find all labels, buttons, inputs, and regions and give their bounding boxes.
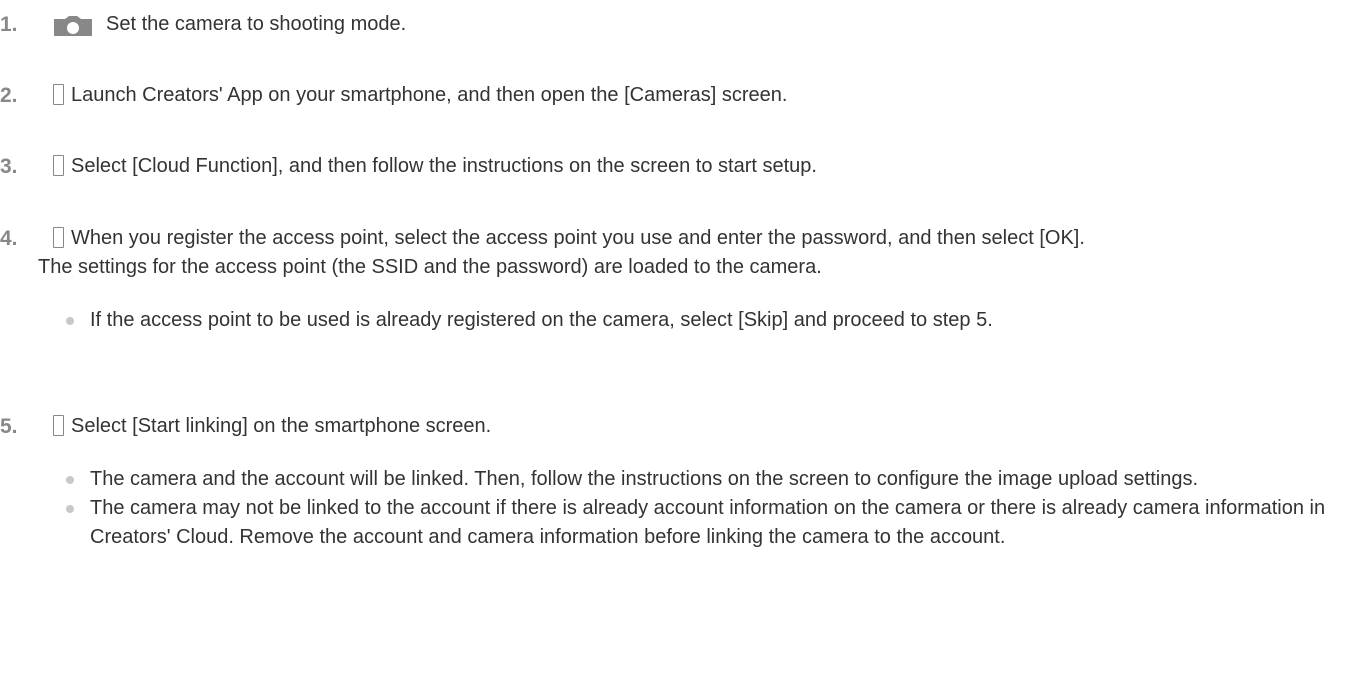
smartphone-icon — [53, 415, 64, 436]
step-3: 3. Select [Cloud Function], and then fol… — [0, 152, 1360, 181]
step-number: 5. — [0, 415, 18, 438]
bullet-list: If the access point to be used is alread… — [66, 306, 1360, 335]
bullet-text: The camera may not be linked to the acco… — [90, 497, 1326, 548]
list-item: The camera may not be linked to the acco… — [66, 494, 1356, 552]
step-number: 3. — [0, 155, 18, 178]
step-text: Launch Creators' App on your smartphone,… — [71, 84, 788, 106]
step-text: Set the camera to shooting mode. — [106, 13, 407, 35]
camera-icon — [54, 16, 92, 36]
smartphone-icon — [53, 84, 64, 105]
list-item: If the access point to be used is alread… — [66, 306, 1360, 335]
bullet-text: If the access point to be used is alread… — [90, 309, 993, 331]
bullet-icon — [66, 317, 74, 325]
step-4: 4. When you register the access point, s… — [0, 224, 1360, 335]
step-5: 5. Select [Start linking] on the smartph… — [0, 412, 1360, 552]
step-number: 2. — [0, 84, 18, 107]
bullet-list: The camera and the account will be linke… — [66, 465, 1356, 552]
step-number: 4. — [0, 227, 18, 250]
bullet-icon — [66, 505, 74, 513]
list-item: The camera and the account will be linke… — [66, 465, 1356, 494]
bullet-text: The camera and the account will be linke… — [90, 468, 1199, 490]
instruction-page: 1. Set the camera to shooting mode. 2. L… — [0, 0, 1369, 680]
step-text: Select [Start linking] on the smartphone… — [71, 415, 492, 437]
step-number: 1. — [0, 13, 18, 36]
smartphone-icon — [53, 227, 64, 248]
step-text: Select [Cloud Function], and then follow… — [71, 155, 817, 177]
bullet-icon — [66, 476, 74, 484]
step-2: 2. Launch Creators' App on your smartpho… — [0, 81, 1360, 110]
step-text: When you register the access point, sele… — [71, 227, 1085, 249]
step-paragraph: The settings for the access point (the S… — [38, 256, 822, 278]
step-1: 1. Set the camera to shooting mode. — [0, 10, 1360, 39]
smartphone-icon — [53, 155, 64, 176]
